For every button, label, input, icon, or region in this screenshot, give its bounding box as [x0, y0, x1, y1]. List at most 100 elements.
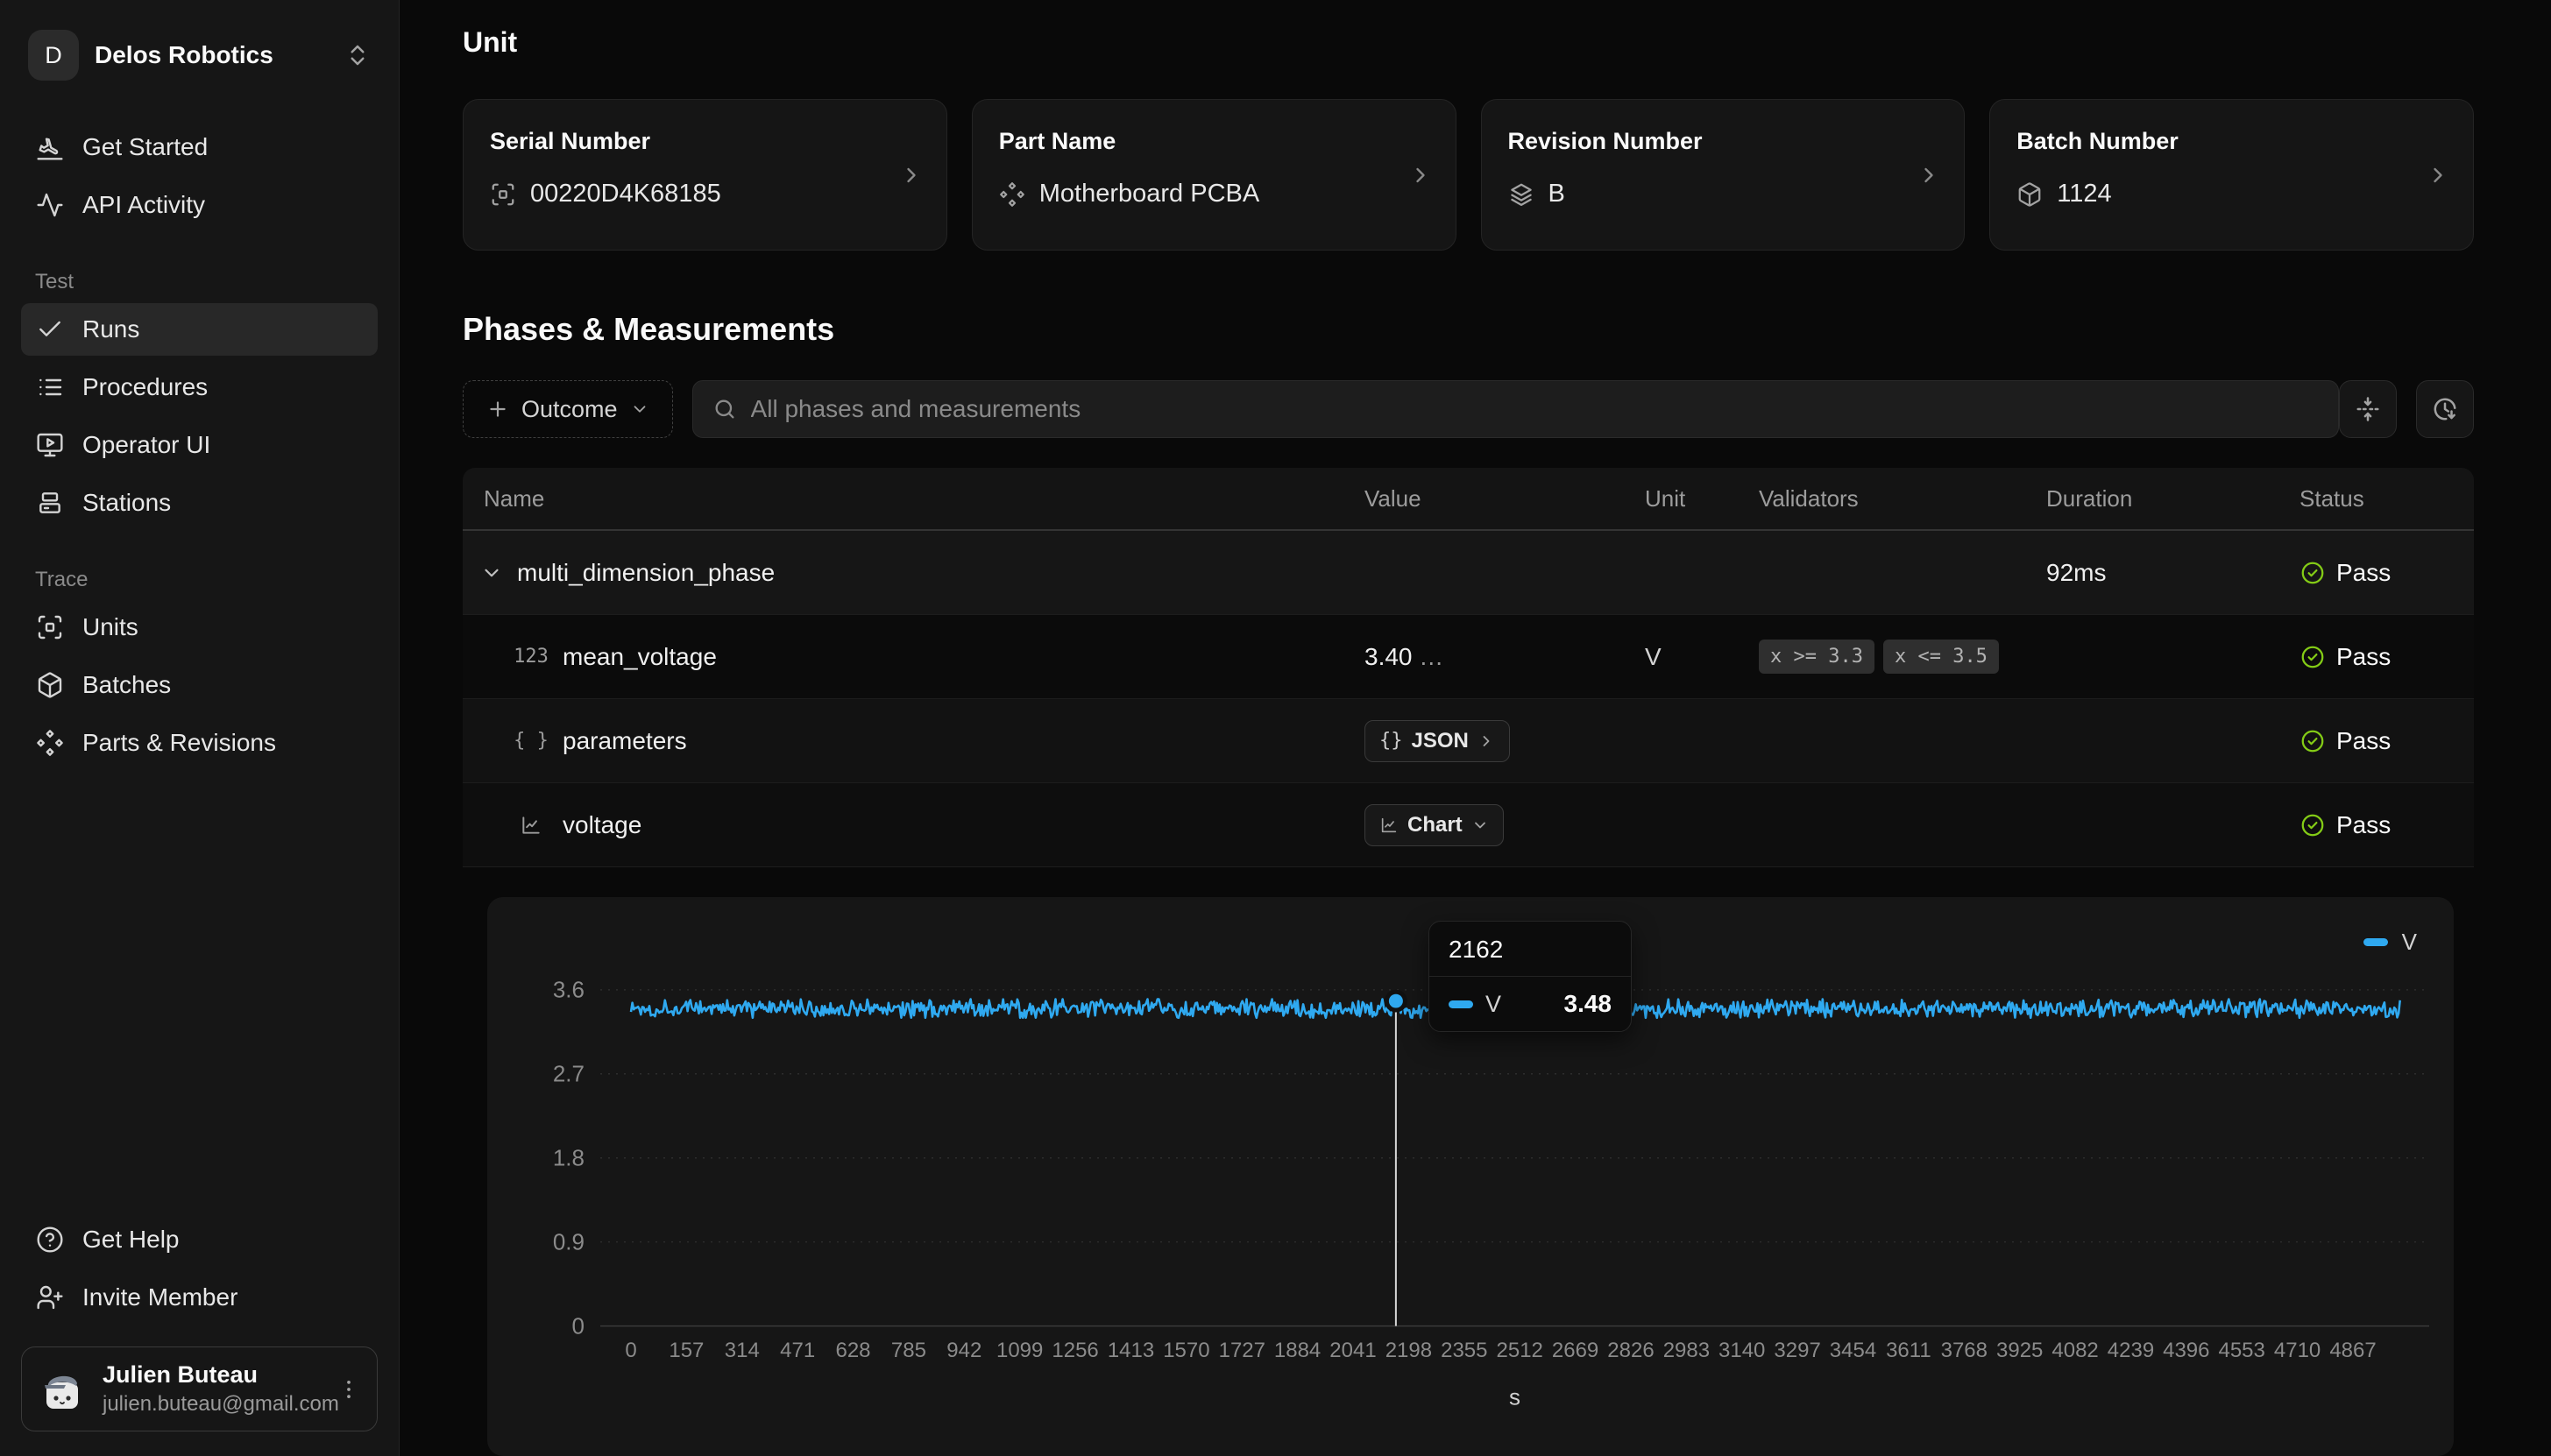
phase-duration: 92ms	[2046, 559, 2299, 587]
pass-check-icon	[2299, 728, 2326, 754]
chart-pill-button[interactable]: Chart	[1364, 804, 1504, 846]
monitor-play-icon	[35, 431, 65, 459]
svg-text:2826: 2826	[1607, 1339, 1654, 1362]
svg-text:4239: 4239	[2108, 1339, 2154, 1362]
phases-table: Name Value Unit Validators Duration Stat…	[463, 468, 2474, 867]
phases-section-title: Phases & Measurements	[463, 310, 2474, 349]
numeric-icon: 123	[514, 646, 549, 668]
part-name-card[interactable]: Part Name Motherboard PCBA	[972, 99, 1456, 251]
chevron-right-icon	[1408, 163, 1433, 187]
main-content: Unit Serial Number 00220D4K68185 Part Na…	[400, 0, 2551, 1456]
status-label: Pass	[2336, 559, 2391, 587]
serial-number-card[interactable]: Serial Number 00220D4K68185	[463, 99, 947, 251]
measurement-name: voltage	[563, 811, 641, 839]
svg-text:785: 785	[891, 1339, 926, 1362]
svg-text:1099: 1099	[996, 1339, 1043, 1362]
org-switcher[interactable]: D Delos Robotics	[21, 23, 378, 88]
sidebar-item-operator-ui[interactable]: Operator UI	[21, 419, 378, 471]
sidebar-item-label: Invite Member	[82, 1283, 237, 1311]
validator-badge: x >= 3.3	[1759, 640, 1874, 674]
phase-name: multi_dimension_phase	[517, 559, 775, 587]
package-icon	[2016, 181, 2043, 208]
app-window: D Delos Robotics Get Started API Activit…	[0, 0, 2551, 1456]
svg-text:3.6: 3.6	[553, 979, 585, 1003]
page-title: Unit	[463, 26, 2474, 59]
json-pill-button[interactable]: {} JSON	[1364, 720, 1510, 762]
svg-text:157: 157	[669, 1339, 704, 1362]
sidebar: D Delos Robotics Get Started API Activit…	[0, 0, 400, 1456]
clock-history-icon	[2432, 396, 2458, 422]
sidebar-item-runs[interactable]: Runs	[21, 303, 378, 356]
scan-icon	[490, 181, 516, 208]
batch-number-card[interactable]: Batch Number 1124	[1989, 99, 2474, 251]
sidebar-item-get-help[interactable]: Get Help	[21, 1213, 378, 1266]
table-row-voltage[interactable]: voltage Chart	[463, 783, 2474, 867]
braces-icon: { }	[514, 730, 549, 752]
svg-text:3454: 3454	[1830, 1339, 1876, 1362]
svg-text:2041: 2041	[1329, 1339, 1376, 1362]
col-header-duration: Duration	[2046, 485, 2299, 512]
layers-icon	[1508, 181, 1534, 208]
sidebar-item-get-started[interactable]: Get Started	[21, 121, 378, 173]
user-email: julien.buteau@gmail.com	[103, 1392, 321, 1417]
outcome-button-label: Outcome	[521, 396, 618, 423]
tooltip-x-value: 2162	[1429, 922, 1631, 977]
sidebar-item-stations[interactable]: Stations	[21, 477, 378, 529]
plane-takeoff-icon	[35, 133, 65, 161]
sidebar-item-units[interactable]: Units	[21, 601, 378, 654]
search-input[interactable]	[751, 395, 2319, 423]
part-name-value: Motherboard PCBA	[1039, 180, 1259, 209]
search-icon	[712, 397, 737, 421]
chart-line-icon	[514, 814, 549, 837]
col-header-status: Status	[2299, 485, 2474, 512]
svg-text:0: 0	[572, 1315, 585, 1339]
chart-legend: V	[2363, 929, 2417, 956]
svg-text:1727: 1727	[1219, 1339, 1265, 1362]
svg-text:471: 471	[780, 1339, 815, 1362]
sidebar-item-label: Get Started	[82, 133, 208, 161]
sidebar-item-label: Stations	[82, 489, 171, 517]
user-menu[interactable]: Julien Buteau julien.buteau@gmail.com	[21, 1346, 378, 1431]
sidebar-item-procedures[interactable]: Procedures	[21, 361, 378, 413]
search-bar[interactable]	[692, 380, 2339, 438]
sidebar-item-api-activity[interactable]: API Activity	[21, 179, 378, 231]
package-icon	[35, 671, 65, 699]
voltage-chart-panel: 00.91.82.73.6015731447162878594210991256…	[487, 897, 2454, 1456]
sidebar-item-label: Batches	[82, 671, 171, 699]
svg-text:4396: 4396	[2163, 1339, 2209, 1362]
table-row-phase[interactable]: multi_dimension_phase 92ms Pass	[463, 531, 2474, 615]
component-icon	[35, 729, 65, 757]
pass-check-icon	[2299, 644, 2326, 670]
table-row-parameters[interactable]: { } parameters {} JSON	[463, 699, 2474, 783]
collapse-all-button[interactable]	[2339, 380, 2397, 438]
measurement-unit: V	[1645, 643, 1759, 671]
sidebar-item-parts-revisions[interactable]: Parts & Revisions	[21, 717, 378, 769]
chevron-down-icon	[1471, 816, 1489, 834]
org-avatar: D	[28, 30, 79, 81]
svg-text:2.7: 2.7	[553, 1063, 585, 1087]
circle-help-icon	[35, 1226, 65, 1254]
sidebar-item-label: Procedures	[82, 373, 208, 401]
revision-number-card[interactable]: Revision Number B	[1481, 99, 1966, 251]
history-button[interactable]	[2416, 380, 2474, 438]
kebab-menu-icon[interactable]	[337, 1377, 361, 1402]
table-row-mean-voltage[interactable]: 123 mean_voltage 3.40 … V x >= 3.3 x <= …	[463, 615, 2474, 699]
filter-row: Outcome	[463, 380, 2474, 438]
sidebar-item-batches[interactable]: Batches	[21, 659, 378, 711]
svg-text:2983: 2983	[1663, 1339, 1710, 1362]
series-swatch	[1449, 1000, 1473, 1008]
card-label: Revision Number	[1508, 128, 1938, 155]
svg-text:628: 628	[835, 1339, 870, 1362]
chart-line-icon	[1379, 816, 1399, 835]
chevron-right-icon	[1917, 163, 1941, 187]
json-pill-label: JSON	[1412, 729, 1469, 753]
chevron-right-icon	[2426, 163, 2450, 187]
chevron-right-icon	[1477, 732, 1495, 750]
svg-text:2512: 2512	[1497, 1339, 1543, 1362]
org-name: Delos Robotics	[95, 41, 329, 69]
outcome-filter-button[interactable]: Outcome	[463, 380, 673, 438]
sidebar-item-invite-member[interactable]: Invite Member	[21, 1271, 378, 1324]
chevron-down-icon[interactable]	[480, 562, 503, 584]
plus-icon	[486, 398, 509, 421]
sidebar-section-trace: Trace	[21, 568, 378, 592]
